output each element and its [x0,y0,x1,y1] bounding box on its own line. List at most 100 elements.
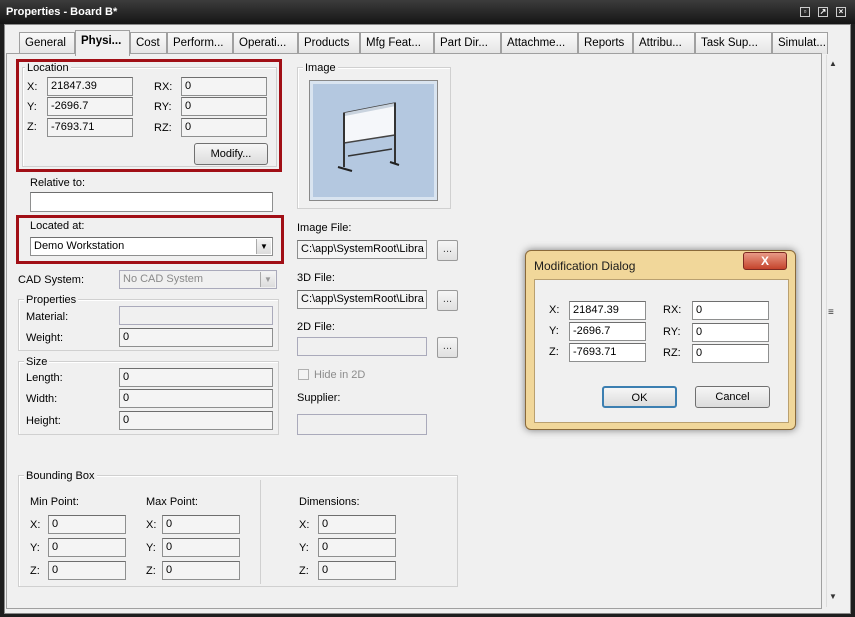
tab-mfg-features[interactable]: Mfg Feat... [360,32,434,54]
image-file-field[interactable]: C:\app\SystemRoot\Libra [297,240,427,259]
scroll-up-icon[interactable]: ▲ [829,59,837,68]
dialog-rx-label: RX: [663,304,682,316]
dialog-x-label: X: [549,304,560,316]
min-x-label: X: [30,519,41,531]
file2d-label: 2D File: [297,321,335,333]
width-label: Width: [26,393,58,405]
dialog-x-field[interactable]: 21847.39 [569,301,646,320]
window-titlebar: Properties - Board B* ▫ ↗ × [0,0,855,24]
dialog-ok-button[interactable]: OK [602,386,677,408]
close-icon: X [760,254,769,268]
dialog-y-label: Y: [549,325,559,337]
dims-z-label: Z: [299,565,309,577]
weight-label: Weight: [26,332,64,344]
dimensions-label: Dimensions: [299,496,360,508]
image-file-label: Image File: [297,222,352,234]
min-y-field[interactable]: 0 [48,538,126,557]
hide-in-2d-label: Hide in 2D [314,369,366,381]
max-z-field[interactable]: 0 [162,561,240,580]
dialog-ry-label: RY: [663,326,681,338]
tab-simulation[interactable]: Simulat... [772,32,828,54]
scroll-grip-icon[interactable]: ≡ [828,307,834,318]
min-y-label: Y: [30,542,40,554]
dialog-body: X: 21847.39 Y: -2696.7 Z: -7693.71 RX: 0… [534,279,789,423]
dialog-z-label: Z: [549,346,559,358]
dialog-title: Modification Dialog [534,259,636,273]
relative-to-label: Relative to: [30,177,86,189]
cad-system-value: No CAD System [123,273,204,285]
tab-operations[interactable]: Operati... [233,32,298,54]
modification-dialog: Modification Dialog X X: 21847.39 Y: -26… [525,250,796,430]
max-z-label: Z: [146,565,156,577]
tab-products[interactable]: Products [298,32,360,54]
whiteboard-image [309,80,438,201]
cad-system-label: CAD System: [18,274,85,286]
height-label: Height: [26,415,61,427]
image-title: Image [303,62,338,74]
properties-title: Properties [24,294,79,306]
dims-y-field[interactable]: 0 [318,538,396,557]
bounding-box-title: Bounding Box [24,470,97,482]
dialog-z-field[interactable]: -7693.71 [569,343,646,362]
chevron-down-icon: ▼ [260,272,275,287]
min-point-label: Min Point: [30,496,79,508]
dims-x-field[interactable]: 0 [318,515,396,534]
dialog-y-field[interactable]: -2696.7 [569,322,646,341]
size-title: Size [24,356,50,368]
dialog-rz-field[interactable]: 0 [692,344,769,363]
popout-icon[interactable]: ↗ [818,7,828,17]
min-x-field[interactable]: 0 [48,515,126,534]
dialog-close-button[interactable]: X [743,252,787,270]
cad-system-select: No CAD System ▼ [119,270,277,289]
tab-task-support[interactable]: Task Sup... [695,32,772,54]
tab-physical[interactable]: Physi... [75,30,130,56]
length-label: Length: [26,372,63,384]
tab-general[interactable]: General [19,32,75,54]
material-label: Material: [26,311,69,323]
max-point-label: Max Point: [146,496,198,508]
width-field[interactable]: 0 [119,389,273,408]
file3d-field[interactable]: C:\app\SystemRoot\Libra [297,290,427,309]
max-y-field[interactable]: 0 [162,538,240,557]
scroll-down-icon[interactable]: ▼ [829,592,837,601]
height-field[interactable]: 0 [119,411,273,430]
tab-strip: General Physi... Cost Perform... Operati… [6,30,828,56]
dims-z-field[interactable]: 0 [318,561,396,580]
vertical-scrollbar[interactable]: ▲ ≡ ▼ [826,55,840,607]
supplier-field [297,414,427,435]
supplier-label: Supplier: [297,392,341,404]
location-highlight [16,59,282,172]
image-file-browse-button[interactable]: ... [437,240,458,261]
file2d-field [297,337,427,356]
restore-icon[interactable]: ▫ [800,7,810,17]
relative-to-field[interactable] [30,192,273,212]
min-z-label: Z: [30,565,40,577]
tab-cost[interactable]: Cost [130,32,167,54]
dims-y-label: Y: [299,542,309,554]
dialog-rx-field[interactable]: 0 [692,301,769,320]
dialog-ry-field[interactable]: 0 [692,323,769,342]
min-z-field[interactable]: 0 [48,561,126,580]
dialog-cancel-button[interactable]: Cancel [695,386,770,408]
max-x-field[interactable]: 0 [162,515,240,534]
dims-x-label: X: [299,519,310,531]
tab-attachments[interactable]: Attachme... [501,32,578,54]
located-at-highlight [16,215,284,264]
weight-field[interactable]: 0 [119,328,273,347]
dialog-rz-label: RZ: [663,347,681,359]
bounding-box-divider [260,480,261,584]
tab-part-directory[interactable]: Part Dir... [434,32,501,54]
file3d-label: 3D File: [297,272,335,284]
tab-performance[interactable]: Perform... [167,32,233,54]
max-y-label: Y: [146,542,156,554]
tab-attributes[interactable]: Attribu... [633,32,695,54]
file2d-browse-button[interactable]: ... [437,337,458,358]
tab-reports[interactable]: Reports [578,32,633,54]
file3d-browse-button[interactable]: ... [437,290,458,311]
close-icon[interactable]: × [836,7,846,17]
length-field[interactable]: 0 [119,368,273,387]
max-x-label: X: [146,519,157,531]
window-title: Properties - Board B* [6,6,118,18]
material-field [119,306,273,325]
hide-in-2d-checkbox[interactable] [298,369,309,380]
